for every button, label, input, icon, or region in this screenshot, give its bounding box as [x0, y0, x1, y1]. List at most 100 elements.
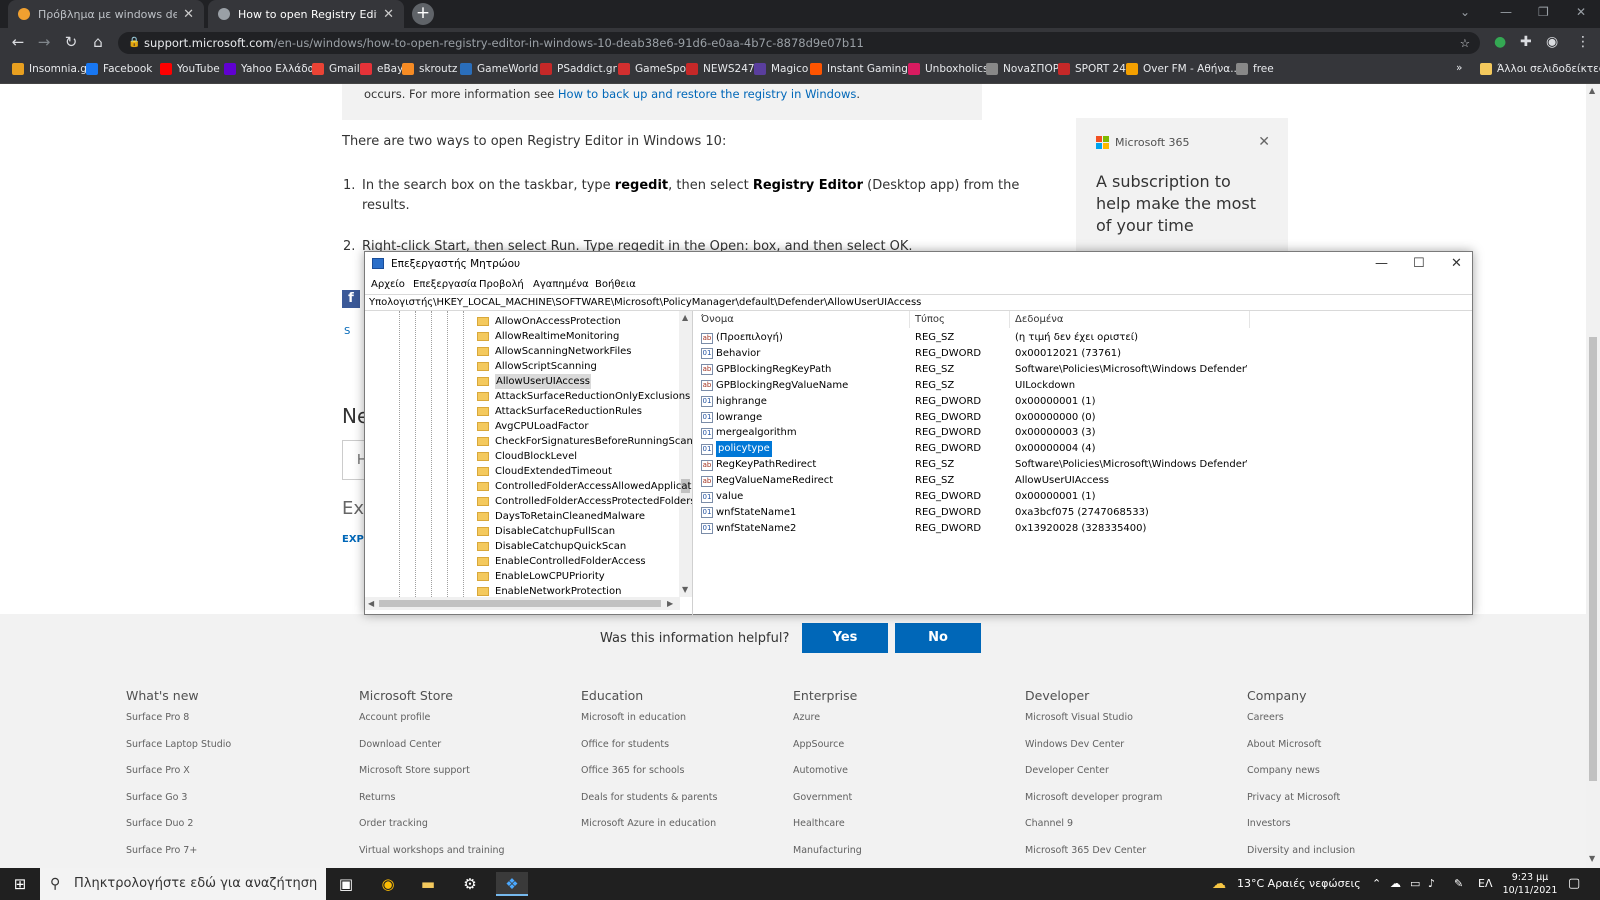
- footer-link[interactable]: Careers: [1247, 712, 1355, 739]
- close-tab-icon[interactable]: ✕: [383, 7, 394, 22]
- footer-link[interactable]: Investors: [1247, 818, 1355, 845]
- network-icon[interactable]: ▭: [1410, 868, 1420, 900]
- bookmark-item[interactable]: free: [1236, 63, 1274, 75]
- bookmark-item[interactable]: Yahoo Ελλάδας: [224, 63, 321, 75]
- registry-value-row[interactable]: 01 highrange REG_DWORD 0x00000001 (1): [697, 394, 1472, 410]
- footer-link[interactable]: Developer Center: [1025, 765, 1162, 792]
- footer-link[interactable]: Surface Pro 8: [126, 712, 231, 739]
- explore-link[interactable]: EXP: [342, 534, 364, 545]
- footer-link[interactable]: Channel 9: [1025, 818, 1162, 845]
- extensions-puzzle-icon[interactable]: ✚: [1520, 34, 1532, 50]
- registry-value-row[interactable]: ab RegKeyPathRedirect REG_SZ Software\Polic…: [697, 457, 1472, 473]
- bookmark-item[interactable]: YouTube: [160, 63, 220, 75]
- bookmark-star-icon[interactable]: ☆: [1460, 32, 1470, 54]
- close-window-icon[interactable]: ✕: [1576, 5, 1586, 19]
- feedback-input[interactable]: H: [342, 440, 367, 480]
- registry-value-row[interactable]: 01 mergealgorithm REG_DWORD 0x00000003 (3): [697, 425, 1472, 441]
- column-name-header[interactable]: Όνομα: [701, 311, 734, 328]
- tab-registry-editor[interactable]: How to open Registry Editor in W ✕: [208, 0, 404, 28]
- windows-start-icon[interactable]: ⊞: [4, 872, 36, 896]
- bookmark-item[interactable]: Instant Gaming: [810, 63, 908, 75]
- close-tab-icon[interactable]: ✕: [183, 7, 194, 22]
- facebook-share-icon[interactable]: f: [342, 290, 360, 308]
- footer-link[interactable]: Office for students: [581, 739, 717, 766]
- scrollbar-thumb[interactable]: [1589, 337, 1597, 781]
- tab-greek-defender[interactable]: Πρόβλημα με windows defender ✕: [8, 0, 204, 28]
- bookmark-item[interactable]: skroutz: [402, 63, 457, 75]
- registry-key-item[interactable]: DaysToRetainCleanedMalware: [477, 509, 645, 524]
- weather-text[interactable]: 13°C Αραιές νεφώσεις: [1237, 868, 1361, 900]
- bookmarks-more-button[interactable]: »: [1456, 62, 1462, 74]
- bookmark-item[interactable]: Unboxholics: [908, 63, 988, 75]
- close-promo-icon[interactable]: ✕: [1258, 134, 1270, 150]
- bookmark-item[interactable]: Over FM - Αθήνα...: [1126, 63, 1240, 75]
- bookmark-item[interactable]: GameWorld: [460, 63, 538, 75]
- yes-button[interactable]: Yes: [802, 623, 888, 653]
- footer-link[interactable]: Microsoft developer program: [1025, 792, 1162, 819]
- other-bookmarks[interactable]: Άλλοι σελιδοδείκτες: [1480, 63, 1600, 75]
- scroll-down-icon[interactable]: ▼: [1589, 854, 1595, 863]
- task-view-icon[interactable]: ▣: [330, 872, 362, 896]
- footer-link[interactable]: Microsoft Azure in education: [581, 818, 717, 845]
- file-explorer-icon[interactable]: ▬: [412, 872, 444, 896]
- regedit-menu-item[interactable]: Αγαπημένα: [533, 279, 589, 290]
- regedit-minimize-icon[interactable]: —: [1375, 252, 1388, 276]
- back-arrow-icon[interactable]: ←: [8, 33, 28, 51]
- footer-link[interactable]: Government: [793, 792, 862, 819]
- forward-arrow-icon[interactable]: →: [34, 33, 54, 51]
- footer-link[interactable]: About Microsoft: [1247, 739, 1355, 766]
- registry-value-row[interactable]: 01 wnfStateName1 REG_DWORD 0xa3bcf075 (2747…: [697, 505, 1472, 521]
- tab-search-chevron-icon[interactable]: ⌄: [1460, 5, 1470, 19]
- footer-link[interactable]: Download Center: [359, 739, 505, 766]
- bookmark-item[interactable]: Insomnia.gr: [12, 63, 91, 75]
- registry-key-item[interactable]: DisableCatchupQuickScan: [477, 539, 626, 554]
- footer-link[interactable]: Microsoft 365 Dev Center: [1025, 845, 1162, 869]
- registry-value-row[interactable]: 01 policytype REG_DWORD 0x00000004 (4): [697, 441, 1472, 458]
- registry-value-row[interactable]: 01 value REG_DWORD 0x00000001 (1): [697, 489, 1472, 505]
- registry-key-item[interactable]: CloudBlockLevel: [477, 449, 577, 464]
- home-icon[interactable]: ⌂: [88, 33, 108, 51]
- registry-key-item[interactable]: AllowOnAccessProtection: [477, 314, 621, 329]
- regedit-menu-item[interactable]: Βοήθεια: [595, 279, 636, 290]
- footer-link[interactable]: Microsoft Visual Studio: [1025, 712, 1162, 739]
- registry-key-item[interactable]: AttackSurfaceReductionRules: [477, 404, 642, 419]
- footer-link[interactable]: Surface Go 3: [126, 792, 231, 819]
- footer-link[interactable]: Windows Dev Center: [1025, 739, 1162, 766]
- footer-link[interactable]: Automotive: [793, 765, 862, 792]
- regedit-menu-item[interactable]: Επεξεργασία: [413, 279, 477, 290]
- profile-avatar-icon[interactable]: ◉: [1546, 34, 1558, 50]
- regedit-maximize-icon[interactable]: ☐: [1413, 252, 1425, 276]
- pen-icon[interactable]: ✎: [1454, 868, 1463, 900]
- show-hidden-icons-icon[interactable]: ⌃: [1372, 868, 1381, 900]
- registry-key-item[interactable]: DisableCatchupFullScan: [477, 524, 615, 539]
- footer-link[interactable]: Office 365 for schools: [581, 765, 717, 792]
- footer-link[interactable]: Order tracking: [359, 818, 505, 845]
- footer-link[interactable]: Surface Pro X: [126, 765, 231, 792]
- address-bar[interactable]: 🔒 support.microsoft.com/en-us/windows/ho…: [118, 32, 1480, 54]
- footer-link[interactable]: Account profile: [359, 712, 505, 739]
- settings-gear-icon[interactable]: ⚙: [454, 872, 486, 896]
- registry-key-tree[interactable]: ▲ ▼ ◀ ▶ AllowOnAccessProtection AllowReal…: [365, 311, 693, 616]
- footer-link[interactable]: Deals for students & parents: [581, 792, 717, 819]
- tree-scroll-up-icon[interactable]: ▲: [682, 313, 688, 322]
- registry-key-item[interactable]: EnableControlledFolderAccess: [477, 554, 646, 569]
- taskbar-search-box[interactable]: ⚲ Πληκτρολογήστε εδώ για αναζήτηση: [40, 868, 326, 900]
- weather-cloud-icon[interactable]: ☁: [1212, 868, 1226, 900]
- tree-hscroll-thumb[interactable]: [379, 600, 661, 607]
- regedit-address-bar[interactable]: Υπολογιστής\HKEY_LOCAL_MACHINE\SOFTWARE\…: [365, 294, 1472, 311]
- bookmark-item[interactable]: Magico: [754, 63, 808, 75]
- column-separator[interactable]: [1009, 311, 1010, 328]
- registry-value-row[interactable]: 01 Behavior REG_DWORD 0x00012021 (73761): [697, 346, 1472, 362]
- new-tab-button[interactable]: +: [412, 3, 434, 25]
- footer-link[interactable]: Manufacturing: [793, 845, 862, 869]
- language-indicator[interactable]: ΕΛ: [1478, 868, 1492, 900]
- footer-link[interactable]: Virtual workshops and training: [359, 845, 505, 869]
- registry-key-item[interactable]: AllowUserUIAccess: [477, 374, 591, 389]
- registry-value-row[interactable]: 01 wnfStateName2 REG_DWORD 0x13920028 (3283…: [697, 521, 1472, 537]
- page-scrollbar[interactable]: ▲ ▼: [1586, 84, 1600, 868]
- footer-link[interactable]: Diversity and inclusion: [1247, 845, 1355, 869]
- regedit-close-icon[interactable]: ✕: [1451, 252, 1462, 276]
- taskbar-clock[interactable]: 9:23 μμ 10/11/2021: [1500, 871, 1560, 897]
- bookmark-item[interactable]: Facebook: [86, 63, 152, 75]
- registry-key-item[interactable]: EnableNetworkProtection: [477, 584, 621, 599]
